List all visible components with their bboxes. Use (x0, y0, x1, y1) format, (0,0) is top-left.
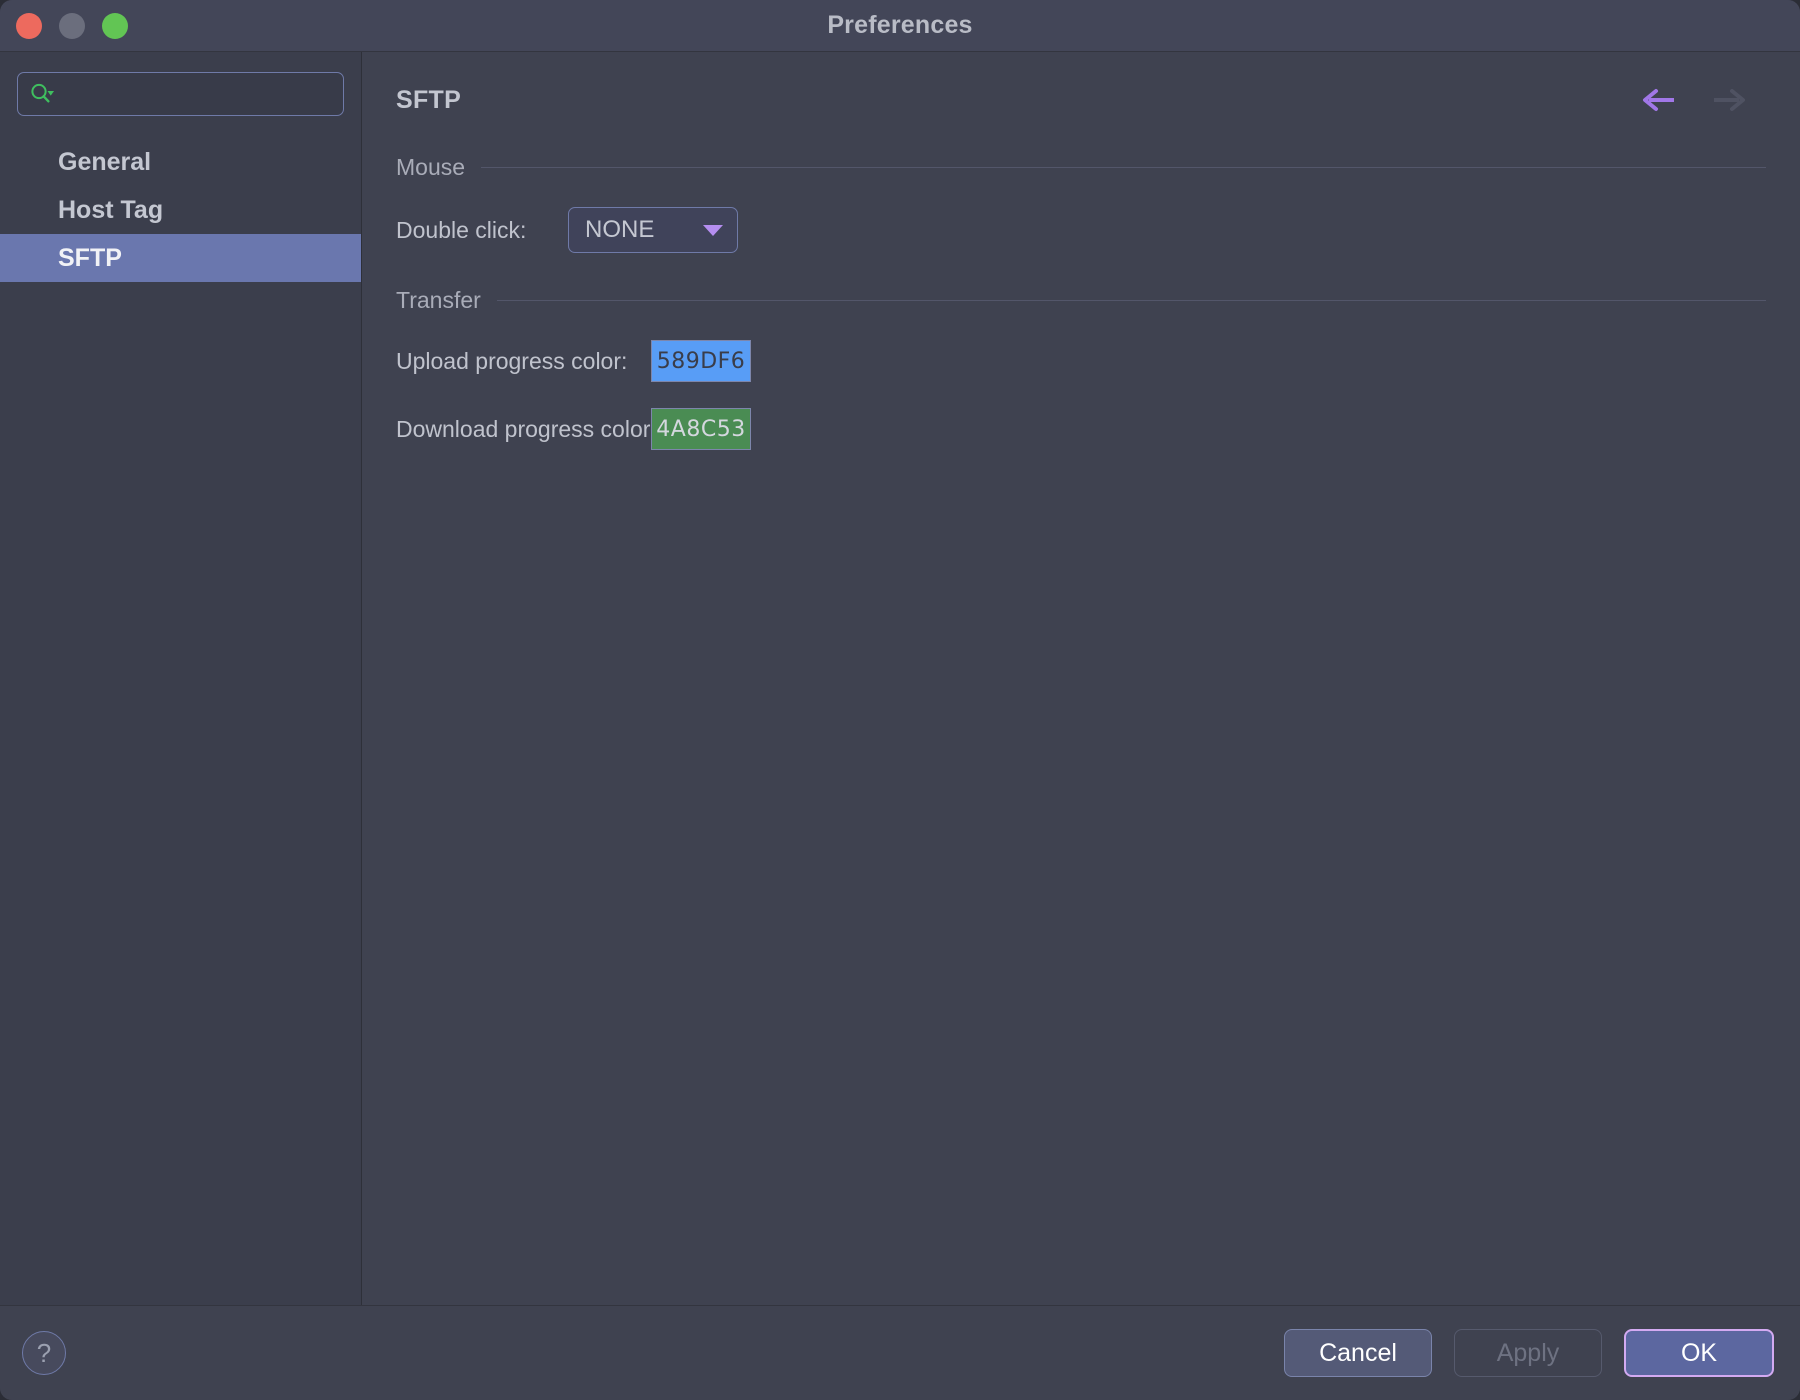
search-icon (30, 82, 56, 106)
title-bar: Preferences (0, 0, 1800, 52)
search-container (0, 52, 361, 116)
help-button[interactable]: ? (22, 1331, 66, 1375)
upload-progress-color-label: Upload progress color: (396, 347, 628, 374)
field-upload-progress-color: Upload progress color: 589DF6 (396, 340, 1766, 382)
settings-panel: SFTP Mouse Double click: NONE Transfer U… (362, 52, 1800, 1305)
dialog-action-buttons: Cancel Apply OK (1284, 1329, 1774, 1377)
sidebar-item-general[interactable]: General (0, 138, 361, 186)
section-mouse: Mouse Double click: NONE (396, 154, 1766, 253)
section-transfer: Transfer Upload progress color: 589DF6 D… (396, 287, 1766, 450)
section-header: Mouse (396, 154, 1766, 181)
sidebar-item-sftp[interactable]: SFTP (0, 234, 361, 282)
panel-header: SFTP (396, 52, 1766, 120)
double-click-select[interactable]: NONE (568, 207, 738, 253)
minimize-window-button[interactable] (59, 13, 85, 39)
history-nav (1636, 80, 1766, 120)
close-window-button[interactable] (16, 13, 42, 39)
ok-button[interactable]: OK (1624, 1329, 1774, 1377)
download-progress-color-label: Download progress color: (396, 415, 657, 442)
sidebar-item-label: Host Tag (58, 195, 164, 224)
search-input[interactable] (62, 83, 331, 105)
window-title: Preferences (827, 11, 973, 39)
section-title: Mouse (396, 154, 466, 180)
field-download-progress-color: Download progress color: 4A8C53 (396, 408, 1766, 450)
field-double-click: Double click: NONE (396, 207, 1766, 253)
download-progress-color-value: 4A8C53 (656, 416, 746, 442)
dialog-footer: ? Cancel Apply OK (0, 1305, 1800, 1400)
upload-progress-color-value: 589DF6 (656, 348, 746, 374)
sidebar: General Host Tag SFTP (0, 52, 362, 1305)
arrow-right-icon (1714, 89, 1745, 111)
ok-button-label: OK (1680, 1338, 1718, 1367)
cancel-button-label: Cancel (1319, 1338, 1397, 1367)
chevron-down-icon (703, 224, 723, 236)
download-progress-color-swatch[interactable]: 4A8C53 (651, 408, 751, 450)
dialog-body: General Host Tag SFTP SFTP Mouse Double … (0, 52, 1800, 1305)
traffic-light-group (16, 0, 128, 52)
forward-button[interactable] (1708, 80, 1752, 120)
sidebar-item-label: SFTP (58, 243, 122, 272)
upload-progress-color-swatch[interactable]: 589DF6 (651, 340, 751, 382)
apply-button[interactable]: Apply (1454, 1329, 1602, 1377)
cancel-button[interactable]: Cancel (1284, 1329, 1432, 1377)
page-title: SFTP (396, 85, 462, 114)
sidebar-nav-list: General Host Tag SFTP (0, 138, 361, 282)
sidebar-item-label: General (58, 147, 152, 176)
section-divider (496, 300, 1766, 301)
section-title: Transfer (396, 287, 481, 313)
zoom-window-button[interactable] (102, 13, 128, 39)
search-field[interactable] (17, 72, 344, 116)
double-click-label: Double click: (396, 216, 527, 243)
apply-button-label: Apply (1496, 1338, 1560, 1367)
back-button[interactable] (1636, 80, 1680, 120)
preferences-window: Preferences General Host Tag SFTP SFTP M… (0, 0, 1800, 1400)
question-mark-icon: ? (36, 1337, 52, 1368)
arrow-left-icon (1643, 89, 1674, 111)
section-divider (481, 167, 1766, 168)
sidebar-item-host-tag[interactable]: Host Tag (0, 186, 361, 234)
section-header: Transfer (396, 287, 1766, 314)
double-click-value: NONE (585, 216, 655, 243)
